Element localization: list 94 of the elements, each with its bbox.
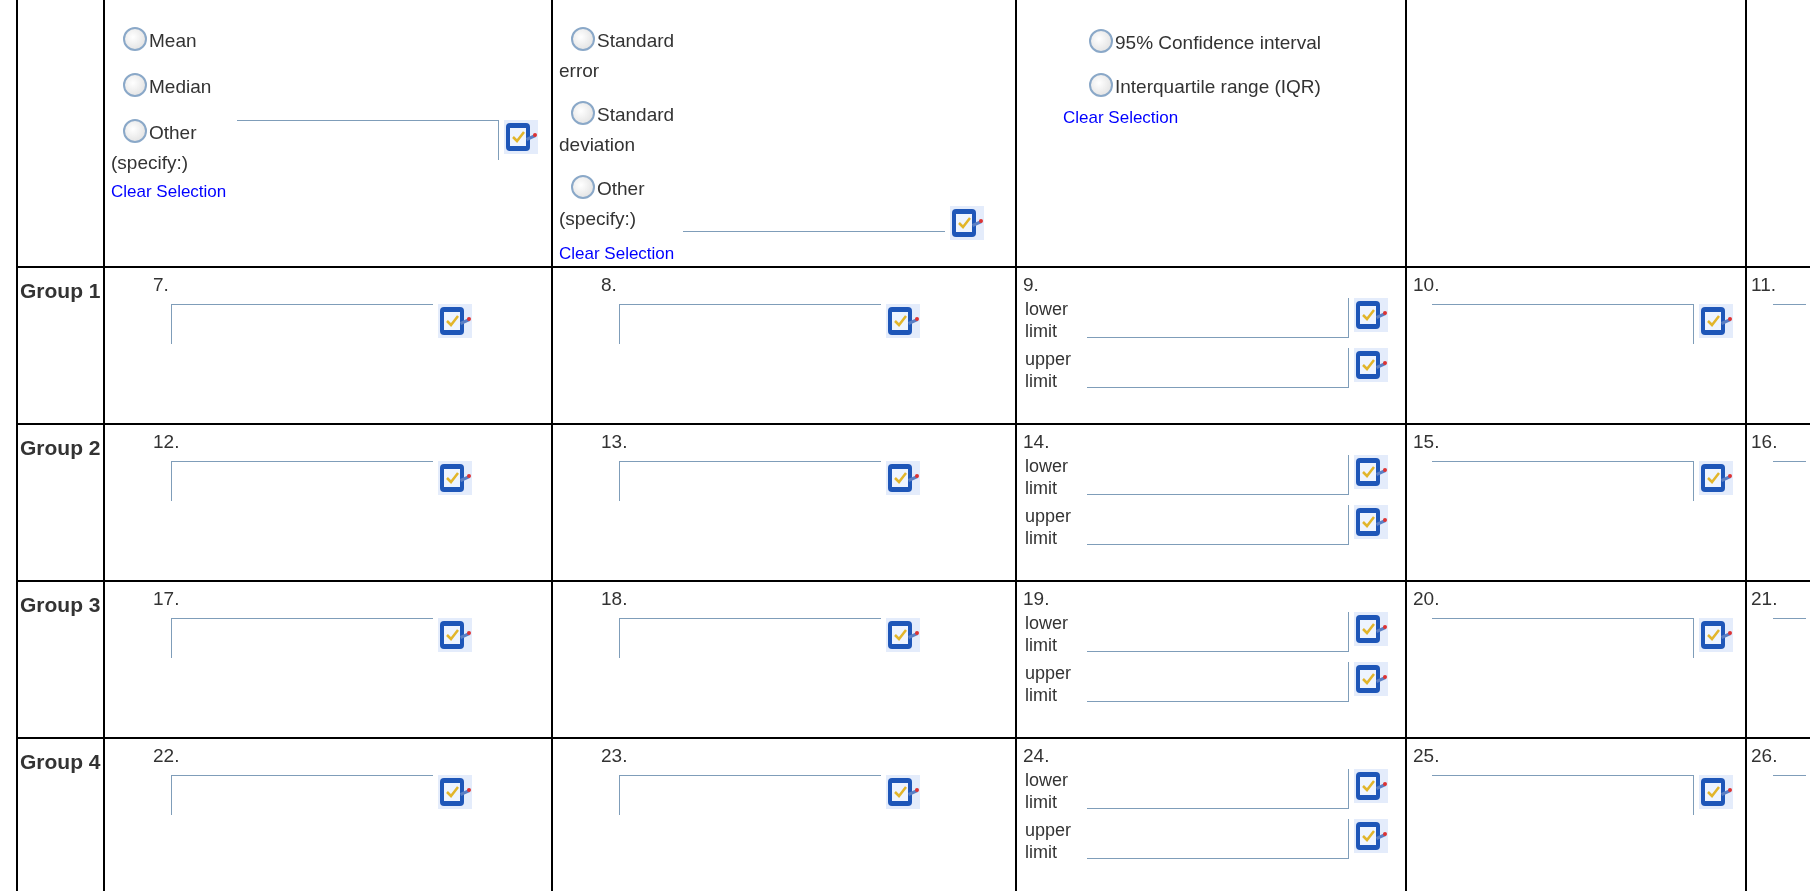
check-pen-icon[interactable]: [1354, 819, 1388, 853]
answer-field[interactable]: [1432, 304, 1694, 344]
question-number: 26.: [1750, 744, 1779, 767]
option-label: Other (specify:): [111, 118, 233, 178]
limit-field[interactable]: [1087, 662, 1349, 702]
limit-field[interactable]: [1087, 298, 1349, 338]
limit-field[interactable]: [1087, 505, 1349, 545]
check-pen-icon[interactable]: [1699, 461, 1733, 495]
check-pen-icon[interactable]: [1354, 769, 1388, 803]
clear-selection-link[interactable]: Clear Selection: [1063, 108, 1179, 128]
question-number: 21.: [1750, 587, 1779, 610]
answer-field[interactable]: [1432, 775, 1694, 815]
check-pen-icon[interactable]: [1354, 455, 1388, 489]
limit-field[interactable]: [1087, 348, 1349, 388]
question-number: 12.: [152, 430, 181, 453]
limit-label: lower limit: [1025, 612, 1069, 656]
radio-button[interactable]: [123, 119, 147, 143]
check-pen-icon[interactable]: [438, 618, 472, 652]
question-number: 13.: [600, 430, 629, 453]
option-label: Other (specify:): [559, 174, 681, 234]
check-pen-icon[interactable]: [1699, 775, 1733, 809]
question-number: 25.: [1412, 744, 1441, 767]
limit-label: upper limit: [1025, 819, 1073, 863]
clear-selection-link[interactable]: Clear Selection: [559, 244, 675, 264]
answer-field[interactable]: [171, 775, 433, 815]
question-number: 11.: [1750, 273, 1777, 296]
limit-field[interactable]: [1087, 455, 1349, 495]
option-label: 95% Confidence interval: [1077, 28, 1397, 58]
option-label: Interquartile range (IQR): [1077, 72, 1397, 102]
option-label: Median: [111, 72, 233, 102]
check-pen-icon[interactable]: [1354, 662, 1388, 696]
check-pen-icon[interactable]: [1354, 505, 1388, 539]
limit-field[interactable]: [1087, 819, 1349, 859]
question-number: 20.: [1412, 587, 1441, 610]
group-label: Group 2: [19, 435, 102, 461]
check-pen-icon[interactable]: [950, 206, 984, 240]
question-number: 22.: [152, 744, 181, 767]
question-number: 8.: [600, 273, 618, 296]
radio-button[interactable]: [571, 101, 595, 125]
limit-label: upper limit: [1025, 662, 1073, 706]
clear-selection-link[interactable]: Clear Selection: [111, 182, 227, 202]
limit-label: lower limit: [1025, 455, 1069, 499]
answer-field[interactable]: [171, 618, 433, 658]
option-label: Standard deviation: [559, 100, 681, 160]
limit-label: upper limit: [1025, 505, 1073, 549]
check-pen-icon[interactable]: [1699, 304, 1733, 338]
question-number: 18.: [600, 587, 629, 610]
limit-label: upper limit: [1025, 348, 1073, 392]
group-label: Group 4: [19, 749, 102, 775]
check-pen-icon[interactable]: [504, 120, 538, 154]
limit-label: lower limit: [1025, 298, 1069, 342]
answer-field[interactable]: [1432, 618, 1694, 658]
specify-field[interactable]: [237, 120, 499, 160]
option-label: Mean: [111, 26, 233, 56]
check-pen-icon[interactable]: [438, 304, 472, 338]
answer-field[interactable]: [619, 304, 881, 344]
answer-field[interactable]: [1432, 461, 1694, 501]
question-number: 9.: [1022, 273, 1040, 296]
check-pen-icon[interactable]: [886, 304, 920, 338]
check-pen-icon[interactable]: [1699, 618, 1733, 652]
group-label: Group 3: [19, 592, 102, 618]
radio-button[interactable]: [571, 27, 595, 51]
group-label: Group 1: [19, 278, 102, 304]
question-number: 23.: [600, 744, 629, 767]
check-pen-icon[interactable]: [438, 775, 472, 809]
check-pen-icon[interactable]: [886, 618, 920, 652]
check-pen-icon[interactable]: [886, 775, 920, 809]
question-number: 16.: [1750, 430, 1779, 453]
check-pen-icon[interactable]: [1354, 298, 1388, 332]
check-pen-icon[interactable]: [886, 461, 920, 495]
radio-button[interactable]: [571, 175, 595, 199]
answer-field[interactable]: [171, 304, 433, 344]
question-number: 10.: [1412, 273, 1441, 296]
question-number: 14.: [1022, 430, 1051, 453]
answer-field[interactable]: [171, 461, 433, 501]
radio-button[interactable]: [1089, 29, 1113, 53]
radio-button[interactable]: [123, 27, 147, 51]
answer-field[interactable]: [619, 775, 881, 815]
check-pen-icon[interactable]: [1354, 348, 1388, 382]
limit-label: lower limit: [1025, 769, 1069, 813]
check-pen-icon[interactable]: [1354, 612, 1388, 646]
option-label: Standard error: [559, 26, 681, 86]
question-number: 7.: [152, 273, 170, 296]
question-number: 24.: [1022, 744, 1051, 767]
question-number: 17.: [152, 587, 181, 610]
radio-button[interactable]: [1089, 73, 1113, 97]
question-number: 19.: [1022, 587, 1051, 610]
check-pen-icon[interactable]: [438, 461, 472, 495]
limit-field[interactable]: [1087, 612, 1349, 652]
answer-field[interactable]: [619, 461, 881, 501]
limit-field[interactable]: [1087, 769, 1349, 809]
answer-field[interactable]: [619, 618, 881, 658]
question-number: 15.: [1412, 430, 1441, 453]
radio-button[interactable]: [123, 73, 147, 97]
